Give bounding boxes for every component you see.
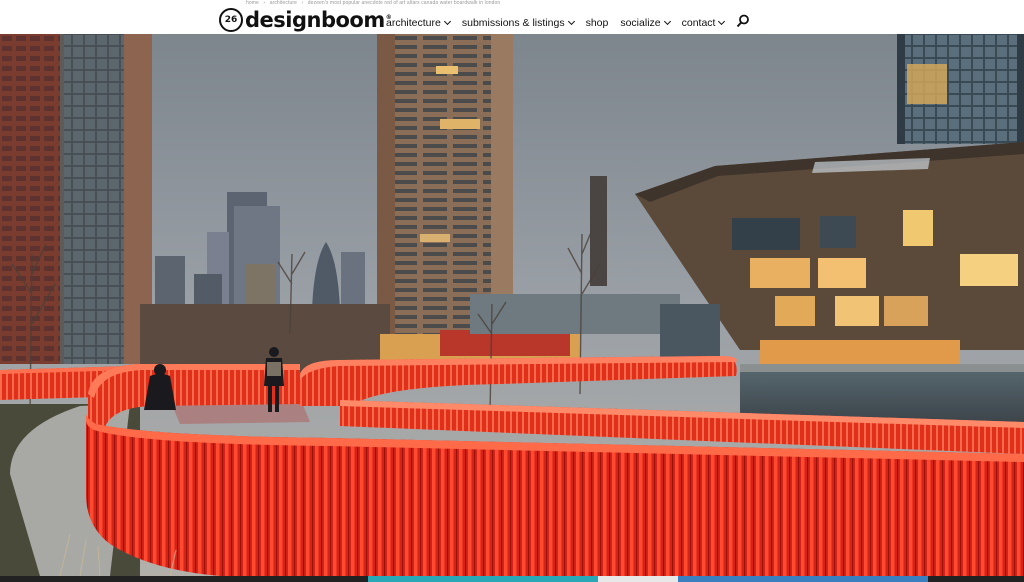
nav-contact[interactable]: contact [681,17,726,29]
chevron-down-icon [443,17,451,26]
bottom-strip [0,576,1024,582]
nav-submissions-label: submissions & listings [461,17,565,29]
logo-badge: 26 [219,8,243,32]
red-bridge-photo [0,34,1024,576]
logo-name: designboom [245,7,385,32]
strip-segment [678,576,928,582]
nav-socialize[interactable]: socialize [620,17,671,29]
chevron-down-icon [718,17,726,26]
breadcrumb-current: dezeen's most popular anecdote red of ar… [307,0,501,6]
breadcrumb-separator: › [301,0,304,6]
breadcrumb-architecture[interactable]: architecture [270,0,297,6]
nav-architecture[interactable]: architecture [386,17,451,29]
breadcrumb-home[interactable]: home [246,0,259,6]
nav-architecture-label: architecture [386,17,441,29]
strip-segment [368,576,598,582]
nav-submissions-listings[interactable]: submissions & listings [461,17,575,29]
nav-contact-label: contact [681,17,716,29]
strip-segment [598,576,678,582]
chevron-down-icon [567,17,575,26]
designboom-logo[interactable]: 26 designboom® [219,7,392,32]
breadcrumb-separator: › [263,0,266,6]
logo-wordmark: designboom® [245,7,392,32]
site-header: home › architecture › dezeen's most popu… [0,0,1024,34]
main-nav: architecture submissions & listings shop… [386,17,736,29]
breadcrumb: home › architecture › dezeen's most popu… [246,0,503,6]
nav-socialize-label: socialize [620,17,661,29]
search-icon[interactable] [736,14,750,28]
hero-image[interactable] [0,34,1024,576]
nav-shop-label: shop [585,17,609,29]
nav-shop[interactable]: shop [586,17,609,29]
chevron-down-icon [663,17,671,26]
